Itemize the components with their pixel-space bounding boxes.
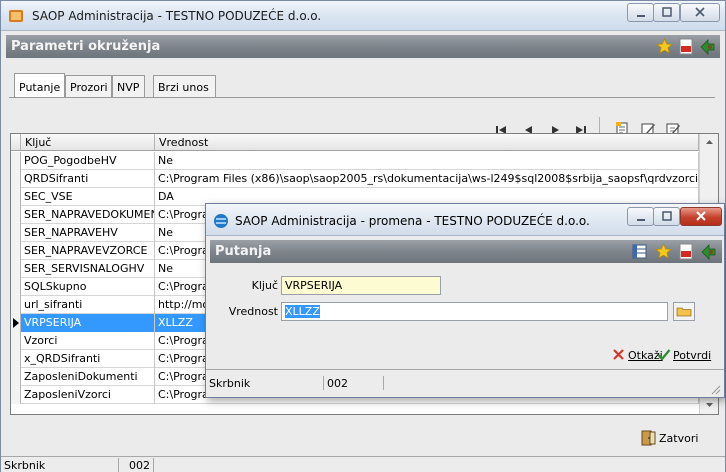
cell-key[interactable]: QRDSifranti [21,170,155,188]
form-title: Parametri okruženja [11,39,161,54]
row-selector[interactable] [11,278,21,296]
tab-label: Putanje [19,81,61,94]
browse-folder-icon[interactable] [673,302,695,321]
maximize-icon [661,211,672,221]
cell-key[interactable]: POG_PogodbeHV [21,152,155,170]
edit-dialog: SAOP Administracija - promena - TESTNO P… [205,203,725,398]
row-selector[interactable] [11,314,21,332]
scroll-up-icon[interactable] [700,134,719,151]
app-icon [9,10,23,22]
table-row[interactable]: QRDSifranti C:\Program Files (x86)\saop\s… [11,170,699,188]
minimize-icon [636,15,645,17]
main-titlebar[interactable]: SAOP Administracija - TESTNO PODUZEĆE d.… [1,1,725,31]
resize-grip-icon[interactable] [709,383,721,395]
window-title: SAOP Administracija - TESTNO PODUZEĆE d.… [32,9,322,23]
table-row[interactable]: POG_PogodbeHV Ne [11,152,699,170]
cell-key[interactable]: SER_NAPRAVEVZORCE [21,242,155,260]
dialog-minimize-button[interactable] [627,207,654,226]
key-field-label: Ključ [251,279,278,292]
row-selector[interactable] [11,188,21,206]
maximize-button[interactable] [653,3,680,22]
cell-key[interactable]: SER_NAPRAVEDOKUMENTE [21,206,155,224]
dialog-title: SAOP Administracija - promena - TESTNO P… [235,214,590,228]
row-selector-header [11,134,21,151]
door-exit-icon [641,430,656,446]
exit-icon[interactable] [699,38,716,55]
tab-putanje[interactable]: Putanje [14,73,65,98]
scroll-down-icon[interactable] [700,396,719,413]
form-header: Parametri okruženja [6,35,720,58]
dialog-maximize-button[interactable] [653,207,680,226]
dialog-status-bar: Skrbnik 002 [206,369,724,397]
cell-key[interactable]: url_sifranti [21,296,155,314]
cell-key[interactable]: SQLSkupno [21,278,155,296]
row-selector[interactable] [11,296,21,314]
close-icon [695,7,705,17]
grid-header: Ključ Vrednost [11,134,699,151]
cell-value[interactable]: Ne [155,152,699,170]
close-button-label: Zatvori [659,432,699,445]
maximize-icon [661,7,672,17]
row-selector[interactable] [11,368,21,386]
minimize-button[interactable] [627,3,654,22]
dialog-form-header: Putanja [210,240,722,263]
status-owner-label: Skrbnik [1,458,119,472]
tab-nvp[interactable]: NVP [112,75,145,98]
dialog-titlebar[interactable]: SAOP Administracija - promena - TESTNO P… [206,204,724,236]
column-header-value[interactable]: Vrednost [155,134,699,151]
row-selector[interactable] [11,332,21,350]
cell-key[interactable]: Vzorci [21,332,155,350]
row-selector[interactable] [11,224,21,242]
dialog-status-owner-label: Skrbnik [206,376,324,390]
key-field[interactable]: VRPSERIJA [281,276,441,295]
cell-key[interactable]: x_QRDSifranti [21,350,155,368]
cell-key[interactable]: VRPSERIJA [21,314,155,332]
cell-value[interactable]: C:\Program Files (x86)\saop\saop2005_rs\… [155,170,699,188]
confirm-label: Potvrdi [673,349,712,362]
cell-key[interactable]: SER_SERVISNALOGHV [21,260,155,278]
status-owner-value: 002 [119,458,154,472]
row-selector[interactable] [11,260,21,278]
checkmark-icon [657,349,671,361]
tab-prozori[interactable]: Prozori [65,75,112,98]
row-selector[interactable] [11,386,21,404]
row-selector[interactable] [11,152,21,170]
value-field-label: Vrednost [228,305,278,318]
favorite-star-icon[interactable] [655,243,672,260]
column-header-key[interactable]: Ključ [21,134,155,151]
row-selector[interactable] [11,350,21,368]
app-icon [214,214,228,228]
row-selector[interactable] [11,242,21,260]
cell-key[interactable]: ZaposleniDokumenti [21,368,155,386]
cell-key[interactable]: ZaposleniVzorci [21,386,155,404]
exit-icon[interactable] [700,243,717,260]
cell-key[interactable]: SEC_VSE [21,188,155,206]
value-field[interactable]: XLLZZ [281,302,668,321]
value-field-text: XLLZZ [285,305,320,318]
tab-label: NVP [117,81,140,94]
tab-label: Prozori [70,81,108,94]
dialog-form-title: Putanja [215,244,272,259]
pdf-icon[interactable] [678,243,695,260]
cell-key[interactable]: SER_NAPRAVEHV [21,224,155,242]
pdf-icon[interactable] [678,38,695,55]
favorite-star-icon[interactable] [656,38,673,55]
status-bar: Skrbnik 002 [1,456,725,472]
cancel-x-icon [613,349,624,360]
minimize-icon [636,219,645,221]
row-selector[interactable] [11,170,21,188]
grid-view-icon[interactable] [631,243,648,260]
row-selector[interactable] [11,206,21,224]
dialog-close-button[interactable] [680,207,722,226]
tab-brzi-unos[interactable]: Brzi unos [153,75,216,98]
dialog-status-owner-value: 002 [324,376,384,390]
close-icon [696,211,706,221]
tab-label: Brzi unos [158,81,209,94]
close-window-button[interactable] [680,3,720,22]
